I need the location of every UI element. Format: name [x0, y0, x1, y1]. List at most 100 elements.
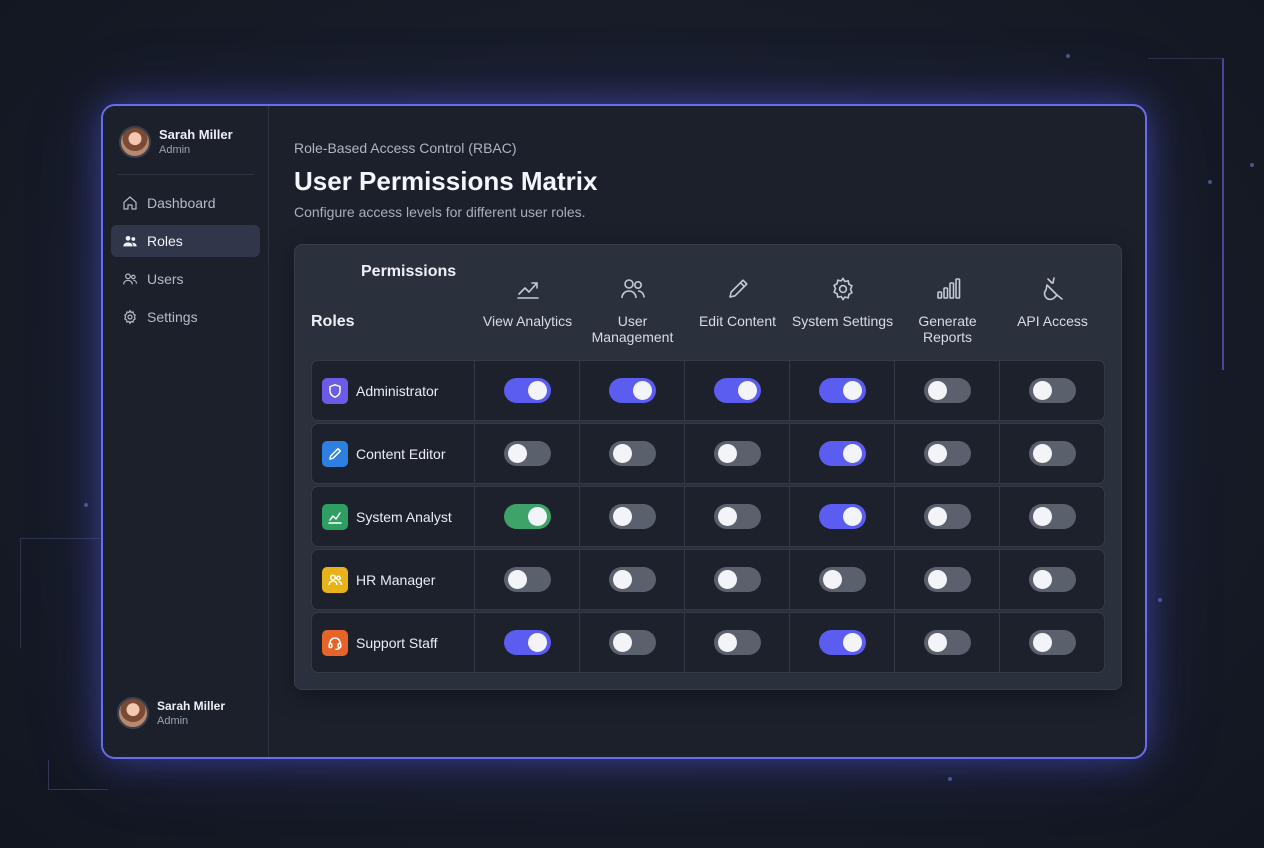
footer-profile[interactable]: Sarah Miller Admin [117, 697, 225, 729]
toggle-knob [842, 444, 862, 463]
permission-cell [685, 424, 790, 483]
roles-heading: Roles [311, 313, 355, 330]
permission-cell [1000, 424, 1105, 483]
pencil-icon [728, 279, 748, 298]
column-label: System Settings [791, 313, 894, 329]
toggle-knob [842, 633, 862, 652]
column-header-user-management: User Management [580, 275, 685, 345]
permission-cell [475, 424, 580, 483]
permission-cell [895, 487, 1000, 546]
permission-toggle[interactable] [713, 630, 761, 655]
permission-toggle[interactable] [923, 378, 971, 403]
sidebar-item-dashboard[interactable]: Dashboard [111, 187, 260, 219]
toggle-knob [737, 381, 757, 400]
permission-toggle[interactable] [1029, 504, 1076, 529]
bar-chart-icon [936, 278, 960, 299]
toggle-knob [717, 570, 737, 589]
avatar [119, 126, 151, 158]
column-label: User Management [591, 313, 674, 345]
toggle-knob [927, 633, 947, 652]
permission-toggle[interactable] [1029, 630, 1076, 655]
toggle-knob [527, 507, 547, 526]
role-cell: Administrator [312, 361, 475, 420]
permission-toggle[interactable] [923, 441, 971, 466]
toggle-knob [1033, 633, 1052, 652]
gear-icon [124, 309, 136, 325]
sidebar-item-label: Settings [147, 309, 198, 325]
background-decoration-corner [48, 760, 108, 790]
sidebar-item-settings[interactable]: Settings [111, 301, 260, 333]
user-profile[interactable]: Sarah Miller Admin [103, 106, 268, 158]
permission-toggle[interactable] [608, 378, 656, 403]
toggle-knob [507, 444, 527, 463]
column-label: Generate Reports [918, 313, 977, 345]
permission-toggle[interactable] [713, 441, 761, 466]
sidebar-nav: Dashboard Roles Users Settings [103, 187, 268, 333]
permission-toggle[interactable] [713, 567, 761, 592]
toggle-knob [927, 381, 947, 400]
sidebar-item-roles[interactable]: Roles [111, 225, 260, 257]
user-icon [123, 273, 138, 285]
role-name: HR Manager [356, 571, 436, 588]
permission-toggle[interactable] [818, 378, 866, 403]
permission-toggle[interactable] [503, 630, 551, 655]
permission-toggle[interactable] [1029, 441, 1076, 466]
permission-toggle[interactable] [608, 567, 656, 592]
background-dot [1208, 180, 1212, 184]
permission-toggle[interactable] [818, 504, 866, 529]
permission-toggle[interactable] [503, 441, 551, 466]
permission-toggle[interactable] [923, 504, 971, 529]
permission-toggle[interactable] [818, 441, 866, 466]
permission-toggle[interactable] [713, 378, 761, 403]
sidebar-divider [117, 174, 254, 175]
column-header-view-analytics: View Analytics [475, 275, 580, 329]
breadcrumb: Role-Based Access Control (RBAC) [294, 140, 517, 156]
column-header-api-access: API Access [1000, 275, 1105, 329]
permission-cell [580, 487, 685, 546]
permission-cell [1000, 613, 1105, 672]
toggle-knob [1033, 570, 1052, 589]
role-name: Administrator [356, 382, 439, 399]
chart-line-icon [322, 503, 348, 530]
permission-toggle[interactable] [503, 378, 551, 403]
permission-cell [895, 613, 1000, 672]
permission-toggle[interactable] [608, 441, 656, 466]
table-row: Content Editor [311, 423, 1105, 484]
background-decoration-panel [1148, 58, 1224, 370]
permission-toggle[interactable] [608, 504, 656, 529]
permission-cell [580, 424, 685, 483]
pencil-icon [322, 440, 348, 467]
sidebar-item-users[interactable]: Users [111, 263, 260, 295]
permissions-matrix: Permissions Roles View Analytics User Ma… [294, 244, 1122, 690]
background-decoration-panel [20, 538, 100, 648]
role-name: System Analyst [356, 508, 452, 525]
role-cell: Content Editor [312, 424, 475, 483]
shield-icon [322, 377, 348, 404]
permission-toggle[interactable] [713, 504, 761, 529]
permission-cell [1000, 550, 1105, 609]
permission-toggle[interactable] [818, 630, 866, 655]
table-row: HR Manager [311, 549, 1105, 610]
table-row: Administrator [311, 360, 1105, 421]
permission-toggle[interactable] [503, 504, 551, 529]
permission-toggle[interactable] [503, 567, 551, 592]
permission-toggle[interactable] [818, 567, 866, 592]
users-icon [322, 566, 348, 593]
toggle-knob [632, 381, 652, 400]
permission-cell [475, 613, 580, 672]
permission-toggle[interactable] [1029, 378, 1076, 403]
permission-cell [685, 550, 790, 609]
background-dot [1250, 163, 1254, 167]
permission-toggle[interactable] [1029, 567, 1076, 592]
permission-toggle[interactable] [923, 567, 971, 592]
permission-toggle[interactable] [608, 630, 656, 655]
profile-role: Admin [157, 715, 189, 727]
toggle-knob [842, 381, 862, 400]
permission-toggle[interactable] [923, 630, 971, 655]
main-content: Role-Based Access Control (RBAC) User Pe… [269, 106, 1145, 757]
toggle-knob [612, 507, 632, 526]
toggle-knob [507, 570, 527, 589]
column-label: Edit Content [698, 313, 777, 329]
permission-cell [790, 487, 895, 546]
permission-cell [685, 487, 790, 546]
